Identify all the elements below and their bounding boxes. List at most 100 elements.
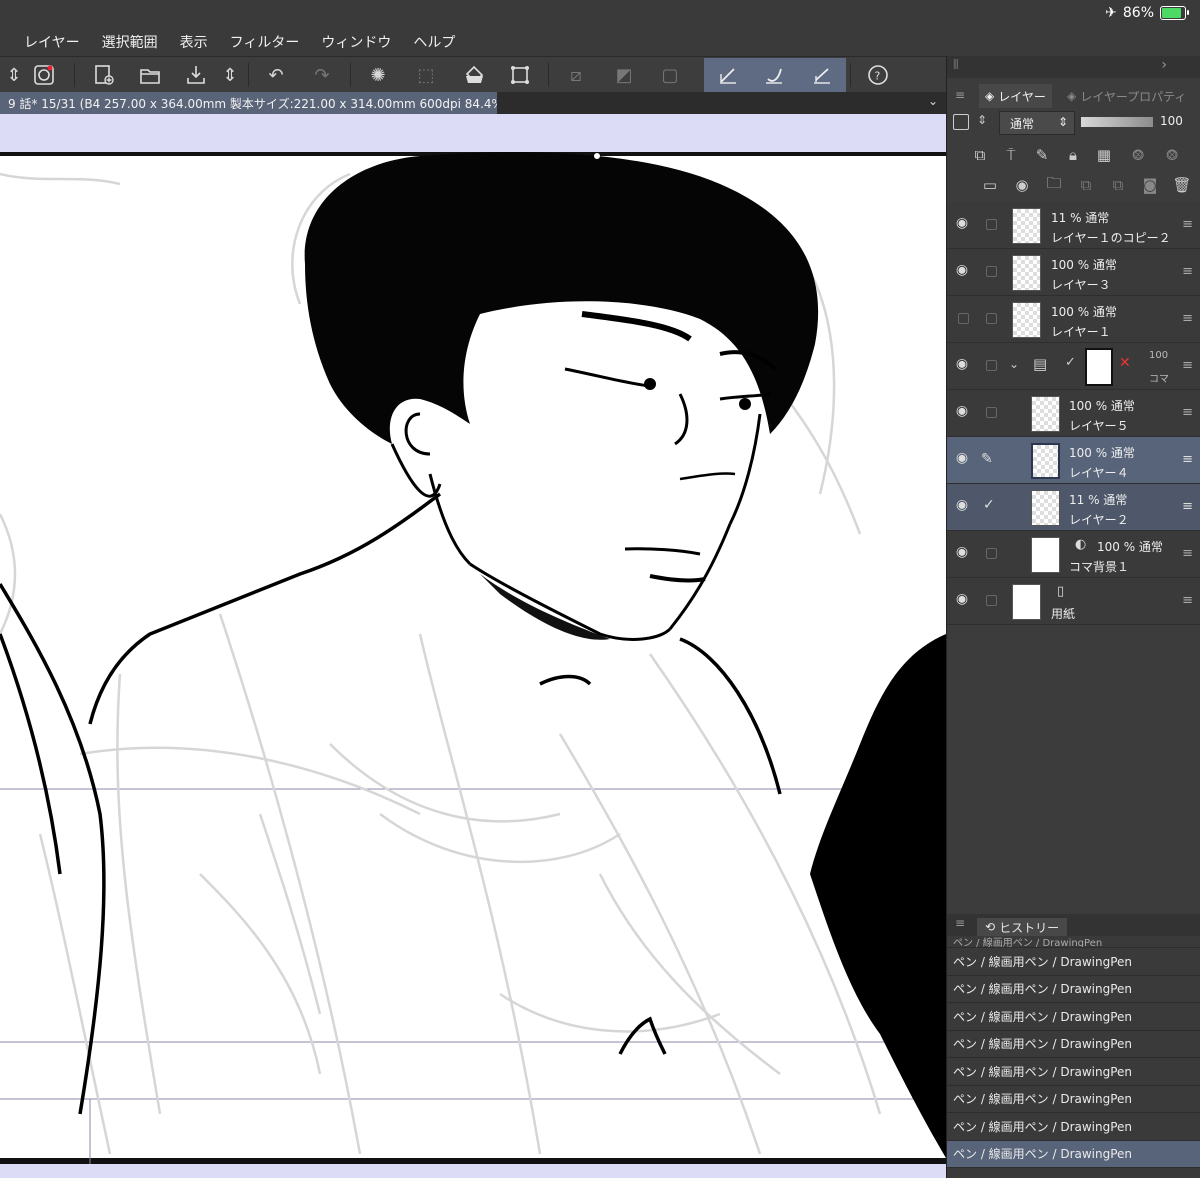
transfer-down-icon[interactable]: ⧉ xyxy=(1075,174,1097,196)
mask-link-icon[interactable]: ⨷ xyxy=(1127,144,1149,166)
history-item-selected[interactable]: ペン / 線画用ペン / DrawingPen xyxy=(947,1140,1200,1168)
eye-icon[interactable]: ◉ xyxy=(953,497,971,515)
lock-icon[interactable]: 🔒︎ xyxy=(1062,144,1084,166)
history-item[interactable]: ペン / 線画用ペン / DrawingPen xyxy=(947,1031,1200,1058)
history-item-partial[interactable]: ペン / 線画用ペン / DrawingPen xyxy=(947,936,1200,948)
tab-history[interactable]: ⟲ ヒストリー xyxy=(977,918,1068,936)
new-folder-icon[interactable]: 🗀︎ xyxy=(1043,174,1065,196)
layer-checkbox[interactable] xyxy=(986,266,997,277)
menu-window[interactable]: ウィンドウ xyxy=(321,32,391,52)
layer-checkbox[interactable] xyxy=(986,313,997,324)
drag-handle-icon[interactable]: ≡ xyxy=(1182,405,1193,420)
drawing-canvas[interactable] xyxy=(0,114,946,1178)
merge-down-icon[interactable]: ⧉ xyxy=(1107,174,1129,196)
menu-selection[interactable]: 選択範囲 xyxy=(102,32,158,52)
layer-row[interactable]: 100 % 通常 レイヤー１ ≡ xyxy=(947,296,1200,343)
layers-icon: ◈ xyxy=(985,89,995,103)
help-icon[interactable]: ? xyxy=(864,61,892,89)
layer-row[interactable]: ◉ 100 % 通常 レイヤー５ ≡ xyxy=(947,390,1200,437)
history-item[interactable]: ペン / 線画用ペン / DrawingPen xyxy=(947,1003,1200,1031)
new-document-icon[interactable] xyxy=(90,61,118,89)
drag-handle-icon[interactable]: ≡ xyxy=(1182,217,1193,232)
history-item[interactable]: ペン / 線画用ペン / DrawingPen xyxy=(947,1113,1200,1141)
mask-icon[interactable]: ◙ xyxy=(1139,174,1161,196)
eye-icon[interactable]: ◉ xyxy=(953,403,971,421)
eye-icon[interactable]: ◉ xyxy=(953,544,971,562)
layer-checkbox[interactable] xyxy=(986,548,997,559)
tab-layer-property[interactable]: ◈ レイヤープロパティ xyxy=(1067,84,1186,108)
draft-icon[interactable]: ✎ xyxy=(1031,144,1053,166)
visibility-checkbox[interactable] xyxy=(958,313,969,324)
logo-icon[interactable] xyxy=(30,61,58,89)
redo-icon[interactable]: ↷ xyxy=(308,61,336,89)
chevron-down-icon[interactable]: ⌄ xyxy=(1009,357,1019,371)
drag-handle-icon[interactable]: ≡ xyxy=(1182,358,1193,373)
drag-handle-icon[interactable]: ≡ xyxy=(1182,546,1193,561)
eye-icon[interactable]: ◉ xyxy=(953,215,971,233)
blend-mode-select[interactable]: 通常 ⇕ xyxy=(999,111,1075,135)
grip-icon[interactable]: ⦀ xyxy=(953,58,959,73)
history-item[interactable]: ペン / 線画用ペン / DrawingPen xyxy=(947,948,1200,976)
pen-icon[interactable] xyxy=(714,61,742,89)
crop-icon[interactable] xyxy=(506,61,534,89)
eye-icon[interactable]: ◉ xyxy=(953,450,971,468)
tab-layer[interactable]: ◈ レイヤー xyxy=(979,84,1052,108)
layer-checkbox[interactable] xyxy=(986,219,997,230)
layer-row[interactable]: ◉ 100 % 通常 レイヤー３ ≡ xyxy=(947,249,1200,296)
layer-row[interactable]: ◉ ◐ 100 % 通常 コマ背景１ ≡ xyxy=(947,531,1200,578)
layer-row[interactable]: ◉ ✓ 11 % 通常 レイヤー２ ≡ xyxy=(947,484,1200,531)
menu-filter[interactable]: フィルター xyxy=(230,32,300,52)
opacity-value[interactable]: 100 xyxy=(1160,114,1183,128)
layer-row[interactable]: ◉ ▯ 用紙 ≡ xyxy=(947,578,1200,625)
layer-row[interactable]: ◉ 11 % 通常 レイヤー１のコピー２ ≡ xyxy=(947,202,1200,249)
mask-show-icon[interactable]: ⨷ xyxy=(1161,144,1183,166)
drag-handle-icon[interactable]: ≡ xyxy=(1182,264,1193,279)
drag-handle-icon[interactable]: ≡ xyxy=(1182,311,1193,326)
menu-icon[interactable]: ≡ xyxy=(955,88,965,102)
menu-help[interactable]: ヘルプ xyxy=(413,32,455,52)
spin-icon[interactable]: ⇕ xyxy=(216,61,244,89)
opacity-slider[interactable] xyxy=(1081,117,1153,127)
new-raster-layer-icon[interactable]: ▭ xyxy=(979,174,1001,196)
spin-icon[interactable]: ⇕ xyxy=(977,113,987,127)
clip-icon[interactable]: ⧉ xyxy=(969,144,991,166)
transform-icon[interactable]: ⬚ xyxy=(412,61,440,89)
drag-handle-icon[interactable]: ≡ xyxy=(1182,593,1193,608)
eye-icon[interactable]: ◉ xyxy=(953,356,971,374)
layer-checkbox[interactable] xyxy=(986,595,997,606)
drag-handle-icon[interactable]: ≡ xyxy=(1182,452,1193,467)
eye-icon[interactable]: ◉ xyxy=(953,262,971,280)
spin-icon[interactable]: ⇕ xyxy=(0,61,28,89)
eye-icon[interactable]: ◉ xyxy=(953,591,971,609)
menu-view[interactable]: 表示 xyxy=(180,32,208,52)
drag-handle-icon[interactable]: ≡ xyxy=(1182,499,1193,514)
document-tab[interactable]: 9 話* 15/31 (B4 257.00 x 364.00mm 製本サイズ:2… xyxy=(0,92,497,114)
trash-icon[interactable]: 🗑︎ xyxy=(1171,174,1193,196)
brush-icon[interactable] xyxy=(760,61,788,89)
layer-folder-row[interactable]: ◉ ⌄ ▤ ✓ ✕ 100 コマ ≡ xyxy=(947,343,1200,390)
eraser-icon[interactable] xyxy=(808,61,836,89)
layer-checkbox[interactable] xyxy=(986,407,997,418)
chevron-right-icon[interactable]: › xyxy=(1161,57,1167,73)
history-item[interactable]: ペン / 線画用ペン / DrawingPen xyxy=(947,1086,1200,1113)
layer-checkbox[interactable] xyxy=(986,360,997,371)
open-folder-icon[interactable] xyxy=(136,61,164,89)
export-icon[interactable] xyxy=(182,61,210,89)
left-eye xyxy=(644,378,656,390)
menu-layer[interactable]: レイヤー xyxy=(24,32,80,52)
fill-icon[interactable] xyxy=(460,61,488,89)
border-icon[interactable]: ▢ xyxy=(656,61,684,89)
history-item[interactable]: ペン / 線画用ペン / DrawingPen xyxy=(947,976,1200,1003)
color-swatch[interactable] xyxy=(953,114,969,130)
deselect-icon[interactable]: ⧄ xyxy=(562,61,590,89)
reference-icon[interactable]: ⍑ xyxy=(1000,144,1022,166)
undo-icon[interactable]: ↶ xyxy=(262,61,290,89)
history-item[interactable]: ペン / 線画用ペン / DrawingPen xyxy=(947,1058,1200,1086)
new-vector-layer-icon[interactable]: ◉ xyxy=(1011,174,1033,196)
chevron-down-icon[interactable]: ⌄ xyxy=(928,94,938,108)
loading-icon[interactable]: ✺ xyxy=(364,61,392,89)
layer-row-selected[interactable]: ◉ ✎ 100 % 通常 レイヤー４ ≡ xyxy=(947,437,1200,484)
transparency-lock-icon[interactable]: ▦ xyxy=(1093,144,1115,166)
invert-icon[interactable]: ◩ xyxy=(610,61,638,89)
menu-icon[interactable]: ≡ xyxy=(955,916,965,930)
